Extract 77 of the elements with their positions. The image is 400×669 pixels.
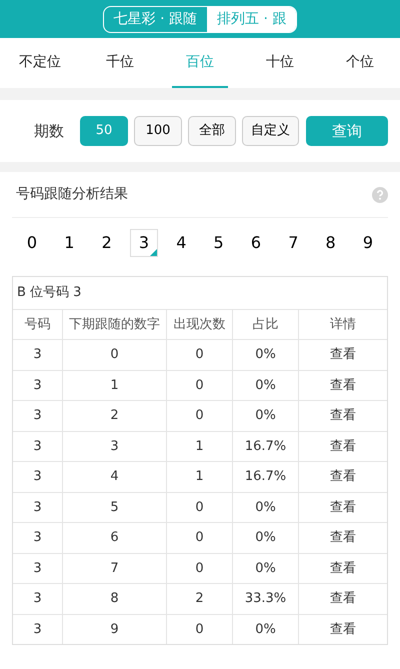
detail-link[interactable]: 查看	[299, 430, 387, 461]
table-cell: 3	[13, 552, 63, 583]
table-cell: 3	[13, 522, 63, 552]
column-header: 号码	[13, 308, 63, 339]
detail-link[interactable]: 查看	[299, 461, 387, 492]
position-tab[interactable]: 个位	[332, 38, 388, 88]
position-tab[interactable]: 千位	[92, 38, 148, 88]
period-option[interactable]: 全部	[188, 116, 236, 146]
table-cell: 0%	[233, 400, 299, 430]
table-cell: 4	[63, 461, 167, 492]
table-cell: 0	[63, 339, 167, 370]
digit-tab[interactable]: 2	[92, 229, 121, 257]
table-cell: 1	[63, 370, 167, 400]
column-header: 下期跟随的数字	[63, 308, 167, 339]
detail-link[interactable]: 查看	[299, 614, 387, 644]
period-option[interactable]: 100	[134, 116, 182, 146]
period-label: 期数	[34, 120, 64, 142]
table-cell: 16.7%	[233, 430, 299, 461]
section-title: 号码跟随分析结果	[16, 185, 128, 204]
table-cell: 3	[63, 430, 167, 461]
period-option[interactable]: 自定义	[242, 116, 299, 146]
table-cell: 0	[167, 339, 233, 370]
column-header: 占比	[233, 308, 299, 339]
detail-link[interactable]: 查看	[299, 492, 387, 522]
digit-tab[interactable]: 7	[279, 229, 308, 257]
detail-link[interactable]: 查看	[299, 339, 387, 370]
digit-tab[interactable]: 5	[204, 229, 233, 257]
table-cell: 0	[167, 522, 233, 552]
table-cell: 3	[13, 339, 63, 370]
table-caption: B 位号码 3	[16, 284, 82, 302]
table-cell: 33.3%	[233, 583, 299, 614]
detail-link[interactable]: 查看	[299, 400, 387, 430]
table-cell: 8	[63, 583, 167, 614]
column-header: 详情	[299, 308, 387, 339]
digit-tab[interactable]: 4	[167, 229, 196, 257]
digit-tab[interactable]: 3	[130, 229, 158, 257]
table-cell: 0%	[233, 552, 299, 583]
detail-link[interactable]: 查看	[299, 522, 387, 552]
table-cell: 0%	[233, 370, 299, 400]
table-cell: 9	[63, 614, 167, 644]
table-cell: 3	[13, 461, 63, 492]
table-cell: 0%	[233, 339, 299, 370]
table-cell: 3	[13, 400, 63, 430]
table-cell: 0	[167, 400, 233, 430]
position-tab[interactable]: 十位	[252, 38, 308, 88]
table-cell: 5	[63, 492, 167, 522]
corner-triangle-icon	[150, 249, 157, 256]
table-cell: 7	[63, 552, 167, 583]
table-cell: 0	[167, 370, 233, 400]
detail-link[interactable]: 查看	[299, 552, 387, 583]
table-cell: 0%	[233, 522, 299, 552]
table-cell: 6	[63, 522, 167, 552]
help-icon[interactable]	[372, 186, 388, 202]
digit-tab[interactable]: 9	[354, 229, 382, 257]
detail-link[interactable]: 查看	[299, 370, 387, 400]
table-cell: 2	[167, 583, 233, 614]
table-cell: 0%	[233, 614, 299, 644]
position-tab[interactable]: 不定位	[12, 38, 68, 88]
table-cell: 16.7%	[233, 461, 299, 492]
table-cell: 3	[13, 492, 63, 522]
digit-tab[interactable]: 6	[242, 229, 270, 257]
table-cell: 1	[167, 461, 233, 492]
table-cell: 1	[167, 430, 233, 461]
table-cell: 3	[13, 370, 63, 400]
digit-tab[interactable]: 1	[55, 229, 84, 257]
digit-tab[interactable]: 8	[316, 229, 345, 257]
column-header: 出现次数	[167, 308, 233, 339]
detail-link[interactable]: 查看	[299, 583, 387, 614]
table-cell: 2	[63, 400, 167, 430]
table-cell: 3	[13, 614, 63, 644]
table-cell: 0	[167, 552, 233, 583]
table-cell: 0	[167, 614, 233, 644]
table-cell: 0	[167, 492, 233, 522]
table-cell: 3	[13, 430, 63, 461]
table-cell: 3	[13, 583, 63, 614]
table-cell: 0%	[233, 492, 299, 522]
digit-tab[interactable]: 0	[18, 229, 46, 257]
